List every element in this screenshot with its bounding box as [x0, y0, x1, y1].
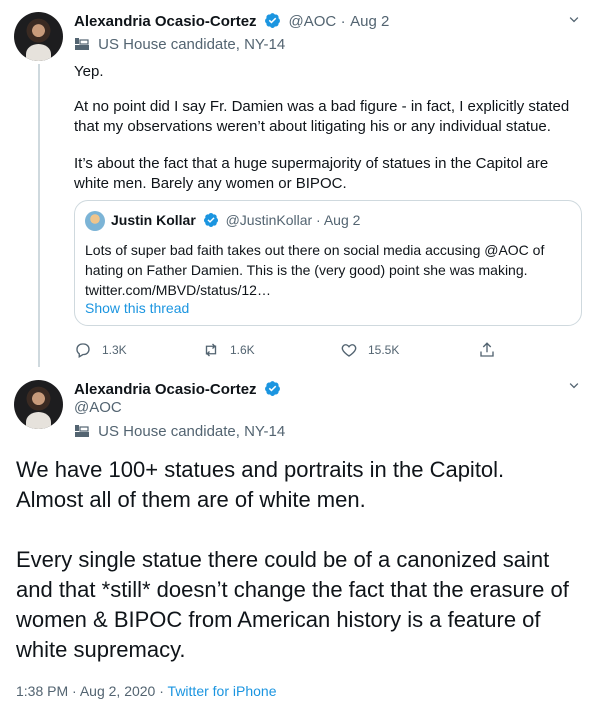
separator-dot: ·	[340, 13, 346, 30]
like-count: 15.5K	[368, 343, 400, 357]
author-handle[interactable]: @AOC	[288, 13, 336, 30]
tweet-full-date[interactable]: Aug 2, 2020	[80, 683, 156, 699]
tweet1-text-p2: At no point did I say Fr. Damien was a b…	[74, 98, 570, 135]
reply-icon	[76, 343, 90, 358]
tweet2-text: We have 100+ statues and portraits in th…	[16, 455, 576, 665]
tweet1-action-bar: 1.3K 1.6K 15.5K	[74, 340, 504, 360]
like-button[interactable]: 15.5K	[340, 340, 399, 360]
tweet2-meta: 1:38 PM · Aug 2, 2020 · Twitter for iPho…	[16, 683, 276, 699]
retweet-count: 1.6K	[230, 343, 255, 357]
separator-dot: ·	[316, 212, 321, 228]
quoted-text: Lots of super bad faith takes out there …	[85, 242, 545, 298]
verified-badge-icon	[203, 213, 218, 227]
retweet-icon	[205, 343, 217, 357]
reply-count: 1.3K	[102, 343, 127, 357]
quoted-author-name: Justin Kollar	[111, 212, 196, 228]
quoted-date: Aug 2	[323, 212, 361, 228]
share-button[interactable]	[478, 340, 506, 360]
quoted-header: Justin Kollar @JustinKollar · Aug 2	[111, 212, 360, 228]
tweet2-header-name: Alexandria Ocasio-Cortez	[74, 380, 284, 399]
author-name[interactable]: Alexandria Ocasio-Cortez	[74, 13, 257, 30]
retweet-button[interactable]: 1.6K	[202, 340, 255, 360]
government-label-icon	[75, 38, 89, 50]
reply-button[interactable]: 1.3K	[74, 340, 127, 360]
tweet2-text-p2: Every single statue there could be of a …	[16, 547, 569, 662]
avatar[interactable]	[14, 12, 63, 61]
tweet1-text-p3: It’s about the fact that a huge supermaj…	[74, 155, 549, 192]
separator-dot: ·	[72, 683, 77, 699]
author-handle[interactable]: @AOC	[74, 399, 122, 416]
avatar[interactable]	[14, 380, 63, 429]
government-label-icon	[75, 425, 89, 437]
author-name[interactable]: Alexandria Ocasio-Cortez	[74, 381, 257, 398]
share-icon	[480, 342, 494, 357]
tweet-time[interactable]: 1:38 PM	[16, 683, 68, 699]
quoted-author-handle: @JustinKollar	[225, 212, 313, 228]
account-label-text: US House candidate, NY-14	[98, 423, 286, 440]
thread-connector	[38, 64, 40, 367]
tweet1-account-label: US House candidate, NY-14	[74, 36, 285, 53]
tweet2-account-label: US House candidate, NY-14	[74, 423, 285, 440]
chevron-down-icon[interactable]	[566, 12, 582, 28]
tweet-source[interactable]: Twitter for iPhone	[168, 683, 277, 699]
account-label-text: US House candidate, NY-14	[98, 36, 286, 53]
quoted-tweet-card[interactable]: Justin Kollar @JustinKollar · Aug 2 Lots…	[74, 200, 582, 326]
tweet-date[interactable]: Aug 2	[350, 13, 389, 30]
show-thread-link[interactable]: Show this thread	[85, 300, 189, 316]
separator-dot: ·	[159, 683, 164, 699]
tweet2-text-p1: We have 100+ statues and portraits in th…	[16, 457, 505, 512]
quoted-avatar	[85, 211, 105, 231]
tweet1-text-line1: Yep.	[74, 63, 104, 80]
verified-badge-icon	[265, 13, 280, 28]
like-icon	[341, 344, 357, 357]
verified-badge-icon	[265, 381, 280, 396]
tweet1-header: Alexandria Ocasio-Cortez @AOC · Aug 2	[74, 12, 389, 31]
chevron-down-icon[interactable]	[566, 378, 582, 394]
